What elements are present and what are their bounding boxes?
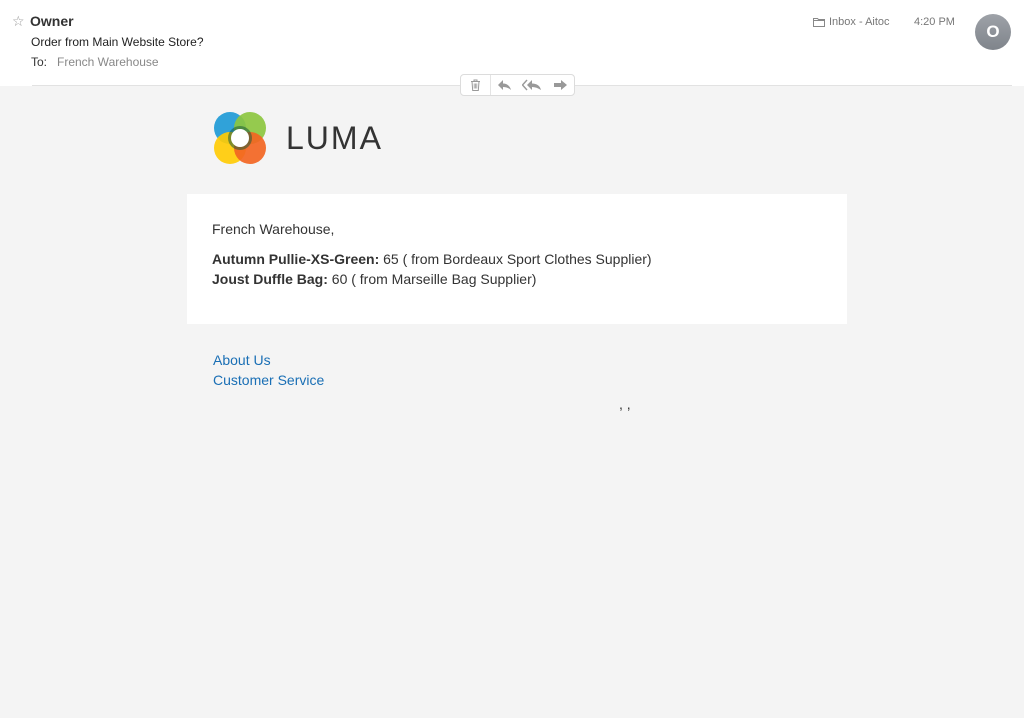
greeting: French Warehouse, (212, 221, 335, 237)
folder-label: Inbox - Aitoc (829, 16, 890, 28)
item-name: Joust Duffle Bag: (212, 271, 328, 287)
trash-icon (470, 79, 480, 91)
reply-all-button[interactable] (519, 75, 547, 95)
logo-wordmark: LUMA (286, 120, 383, 156)
star-icon[interactable]: ☆ (12, 12, 25, 30)
avatar: O (975, 14, 1011, 50)
luma-logo-icon (214, 112, 266, 164)
folder-location[interactable]: Inbox - Aitoc (813, 14, 890, 30)
footer-address: , , (619, 396, 631, 412)
customer-service-link[interactable]: Customer Service (213, 371, 324, 389)
about-us-link[interactable]: About Us (213, 351, 271, 369)
item-detail: 60 ( from Marseille Bag Supplier) (327, 271, 537, 287)
folder-icon (813, 18, 825, 27)
recipient-name[interactable]: French Warehouse (57, 54, 159, 70)
reply-all-icon (522, 79, 542, 91)
forward-icon (553, 80, 567, 90)
reply-icon (498, 80, 512, 90)
item-name: Autumn Pullie-XS-Green: (212, 251, 380, 267)
order-line: Joust Duffle Bag: 60 ( from Marseille Ba… (212, 270, 536, 288)
message-subject: Order from Main Website Store? (31, 35, 204, 49)
delete-button[interactable] (461, 75, 491, 95)
message-time: 4:20 PM (914, 16, 955, 28)
order-line: Autumn Pullie-XS-Green: 65 ( from Bordea… (212, 250, 652, 268)
email-body: French Warehouse, Autumn Pullie-XS-Green… (187, 194, 847, 324)
forward-button[interactable] (546, 75, 574, 95)
message-toolbar (460, 74, 575, 96)
luma-logo: LUMA (212, 110, 383, 166)
to-label: To: (31, 55, 48, 69)
reply-button[interactable] (491, 75, 519, 95)
sender-name: Owner (30, 13, 74, 29)
item-detail: 65 ( from Bordeaux Sport Clothes Supplie… (379, 251, 652, 267)
